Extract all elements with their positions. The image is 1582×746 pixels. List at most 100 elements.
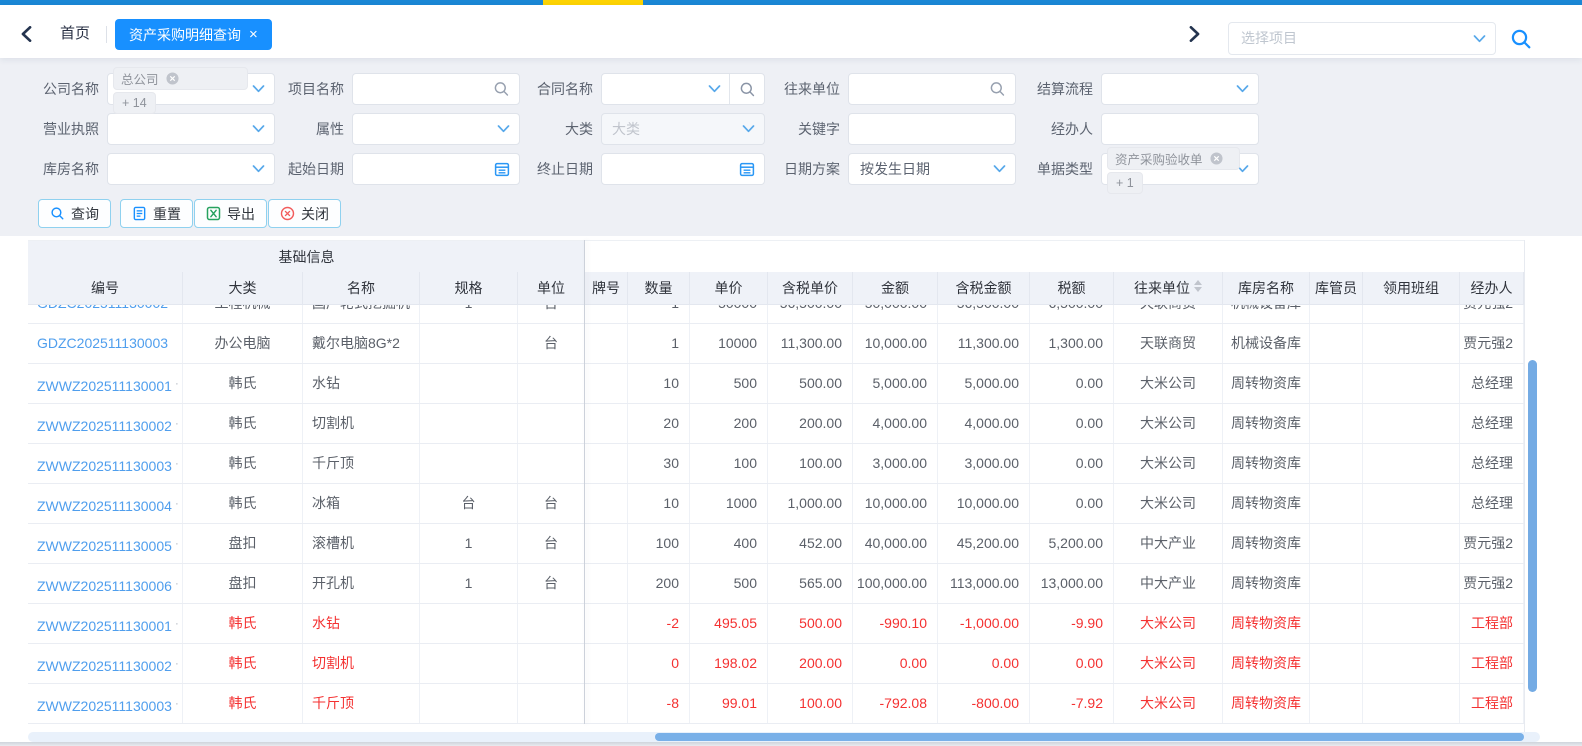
cell-code: GDZC202511130003 [28, 324, 183, 363]
horizontal-scrollbar-thumb[interactable] [655, 733, 1524, 741]
col-header-unit[interactable]: 单位 [518, 272, 585, 305]
category-select-input[interactable] [602, 114, 764, 144]
reset-button[interactable]: 重置 [120, 199, 193, 228]
cell-brand [585, 484, 628, 523]
doc-number-link[interactable]: ZWWZ202511130006 [37, 578, 172, 594]
cell-price_tax: 452.00 [768, 524, 853, 563]
cell-operator: 总经理 [1460, 484, 1524, 523]
cell-qty: 100 [628, 524, 690, 563]
operator-input[interactable] [1102, 114, 1258, 144]
cell-amount_tax: 5,000.00 [938, 364, 1030, 403]
cell-category: 韩氏 [183, 404, 303, 443]
cell-keeper [1310, 524, 1363, 563]
col-header-team[interactable]: 领用班组 [1363, 272, 1460, 305]
warehouse-select[interactable] [107, 153, 275, 185]
horizontal-scrollbar[interactable] [28, 732, 1540, 742]
cell-team [1363, 324, 1460, 363]
col-header-price_tax[interactable]: 含税单价 [768, 272, 853, 305]
doc-type-more-tag[interactable]: + 1 [1107, 172, 1143, 194]
cell-code: ZWWZ202511130003 · [28, 444, 183, 483]
col-header-spec[interactable]: 规格 [420, 272, 518, 305]
settlement-select[interactable] [1101, 73, 1259, 105]
search-icon[interactable] [989, 81, 1006, 98]
doc-number-link[interactable]: GDZC202511130002 [37, 305, 168, 311]
license-select[interactable] [107, 113, 275, 145]
table-row[interactable]: ZWWZ202511130001 · 韩氏 水钻 10 500 500.00 5,000.00… [28, 364, 1524, 404]
col-header-operator[interactable]: 经办人 [1460, 272, 1524, 305]
vertical-scrollbar[interactable] [1524, 240, 1540, 732]
col-header-brand[interactable]: 牌号 [585, 272, 628, 305]
contract-search-button[interactable] [729, 74, 764, 104]
doc-number-link[interactable]: ZWWZ202511130003 [37, 698, 172, 714]
table-row[interactable]: ZWWZ202511130003 · 韩氏 千斤顶 30 100 100.00 3,000.0… [28, 444, 1524, 484]
search-icon[interactable] [493, 81, 510, 98]
company-select[interactable]: 总公司 + 14 [107, 67, 275, 114]
table-row[interactable]: ZWWZ202511130002 · 韩氏 切割机 0 198.02 200.00 0.00 0… [28, 644, 1524, 684]
table-row[interactable]: ZWWZ202511130005 · 盘扣 滚槽机 1 台 100 400 452.00 40,0… [28, 524, 1524, 564]
table-row[interactable]: GDZC202511130002工程机械国产轮式挖掘机1台15000056,50… [28, 305, 1524, 324]
cell-warehouse: 周转物资库 [1223, 604, 1310, 643]
col-header-amount_tax[interactable]: 含税金额 [938, 272, 1030, 305]
doc-number-link[interactable]: ZWWZ202511130001 [37, 618, 172, 634]
date-scheme-select[interactable]: 按发生日期 [848, 153, 1016, 185]
category-select[interactable] [601, 113, 765, 145]
doc-number-link[interactable]: ZWWZ202511130003 [37, 458, 172, 474]
table-group-header-row: 基础信息 [28, 240, 1524, 273]
col-header-qty[interactable]: 数量 [628, 272, 690, 305]
sort-icon[interactable] [1194, 280, 1202, 292]
doc-type-select[interactable]: 资产采购验收单 + 1 [1101, 147, 1259, 194]
cell-team [1363, 684, 1460, 723]
tabs-scroll-right-button[interactable] [1182, 22, 1206, 46]
col-header-amount[interactable]: 金额 [853, 272, 938, 305]
tag-close-icon[interactable] [1209, 152, 1223, 165]
attribute-select[interactable] [352, 113, 520, 145]
search-icon[interactable] [1510, 28, 1532, 50]
col-header-code[interactable]: 编号 [28, 272, 183, 305]
col-header-warehouse[interactable]: 库房名称 [1223, 272, 1310, 305]
start-date-input[interactable] [352, 153, 520, 185]
project-select[interactable]: 选择项目 [1228, 22, 1496, 55]
doc-number-link[interactable]: ZWWZ202511130001 [37, 378, 172, 394]
export-button[interactable]: 导出 [194, 199, 267, 228]
bottom-edge [0, 742, 1582, 746]
close-button[interactable]: 关闭 [268, 199, 341, 228]
table-row[interactable]: ZWWZ202511130002 · 韩氏 切割机 20 200 200.00 4,000.0… [28, 404, 1524, 444]
doc-number-link[interactable]: ZWWZ202511130005 [37, 538, 172, 554]
col-header-tax[interactable]: 税额 [1030, 272, 1114, 305]
col-header-category[interactable]: 大类 [183, 272, 303, 305]
query-button[interactable]: 查询 [38, 199, 111, 228]
end-date-input[interactable] [601, 153, 765, 185]
col-header-label: 库房名称 [1238, 280, 1294, 296]
chevron-down-icon [742, 125, 755, 133]
tab-close-icon[interactable]: × [249, 27, 258, 42]
doc-type-label: 单据类型 [1037, 161, 1093, 177]
tab-home[interactable]: 首页 [48, 20, 102, 48]
tabs-scroll-left-button[interactable] [14, 22, 38, 46]
cell-tax: 13,000.00 [1030, 564, 1114, 603]
col-header-label: 单位 [537, 280, 565, 296]
company-more-tag[interactable]: + 14 [113, 92, 156, 114]
col-header-name[interactable]: 名称 [303, 272, 420, 305]
app-window: 首页 资产采购明细查询 × 选择项目 公司名称 总公司 + 14 项目名称 合同… [0, 0, 1582, 746]
table-row[interactable]: ZWWZ202511130004 · 韩氏 冰箱台台 10 1000 1,000.00 10,… [28, 484, 1524, 524]
keyword-input[interactable] [849, 114, 1015, 144]
col-header-keeper[interactable]: 库管员 [1310, 272, 1363, 305]
chevron-down-icon [708, 85, 721, 93]
date-scheme-label: 日期方案 [784, 161, 840, 177]
table-row[interactable]: GDZC202511130003 办公电脑 戴尔电脑8G*2 台 1 10000 11,30… [28, 324, 1524, 364]
table-row[interactable]: ZWWZ202511130003 · 韩氏 千斤顶 -8 99.01 100.00 -792.… [28, 684, 1524, 724]
tag-close-icon[interactable] [165, 72, 179, 85]
table-row[interactable]: ZWWZ202511130006 · 盘扣 开孔机 1 台 200 500 565.00 100,… [28, 564, 1524, 604]
chevron-down-icon [1473, 34, 1486, 42]
doc-number-link[interactable]: ZWWZ202511130002 [37, 658, 172, 674]
vertical-scrollbar-thumb[interactable] [1528, 360, 1537, 692]
tab-asset-purchase-detail-query[interactable]: 资产采购明细查询 × [115, 19, 272, 50]
col-header-price[interactable]: 单价 [690, 272, 768, 305]
table-row[interactable]: ZWWZ202511130001 · 韩氏 水钻 -2 495.05 500.00 -990.… [28, 604, 1524, 644]
doc-number-link[interactable]: ZWWZ202511130002 [37, 418, 172, 434]
doc-number-link[interactable]: GDZC202511130003 [37, 335, 168, 351]
contract-select[interactable] [601, 73, 765, 105]
col-header-partner[interactable]: 往来单位 [1114, 272, 1223, 305]
doc-number-link[interactable]: ZWWZ202511130004 [37, 498, 172, 514]
cell-qty: 30 [628, 444, 690, 483]
